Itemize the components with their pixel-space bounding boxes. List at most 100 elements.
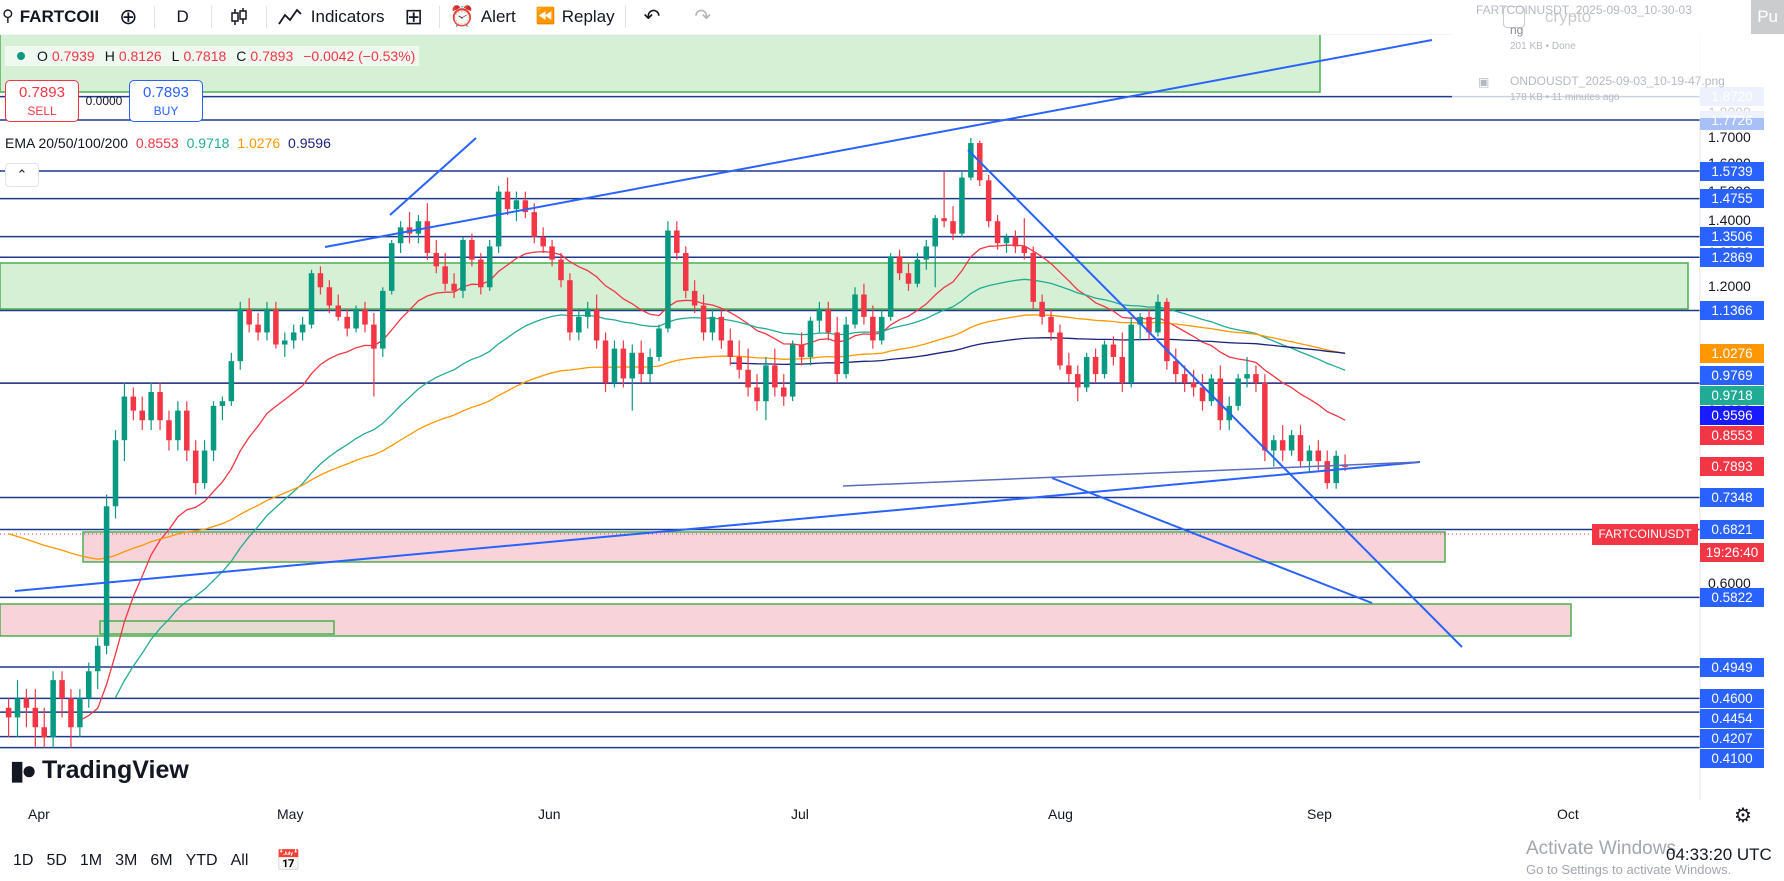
tradingview-wordmark: TradingView [42,756,189,784]
download-name-1: FARTCOINUSDT_2025-09-03_10-30-03 [1476,3,1692,17]
price-level-label: 0.4949 [1700,657,1764,677]
interval-button[interactable]: D [155,0,211,34]
candle-body [451,283,457,291]
candle-body [968,143,974,178]
ema50-value: 0.9718 [186,135,230,151]
candle-body [192,450,199,484]
candle-body [1003,236,1010,244]
candle-body [745,369,751,388]
symbol-label: FARTCOII [19,7,100,26]
range-3m[interactable]: 3M [115,852,137,870]
time-label-aug: Aug [1048,806,1073,822]
collapse-legend-button[interactable]: ⌃ [5,163,39,187]
candle-body [1306,450,1313,462]
ema-legend[interactable]: EMA 20/50/100/200 0.8553 0.9718 1.0276 0… [5,135,331,151]
candle-body [335,305,342,317]
candle-body [1012,236,1019,247]
price-level-label: 1.0276 [1700,344,1764,364]
price-tick: 1.4000 [1708,212,1751,229]
plus-circle-icon: ⊕ [119,4,138,29]
candle-body [112,440,119,507]
tradingview-logo[interactable]: ▮● TradingView [10,755,189,786]
indicators-label: Indicators [310,7,385,26]
candles-icon [231,8,247,25]
candle-body [727,340,734,357]
candle-body [486,246,493,288]
date-range-icon[interactable]: 📅 [276,848,301,873]
candle-body [166,420,172,441]
range-6m[interactable]: 6M [150,852,172,870]
range-1m[interactable]: 1M [80,852,102,870]
symbol-search-button[interactable]: ⚲ FARTCOII [0,0,109,34]
ema-label: EMA 20/50/100/200 [5,135,128,151]
download-item-1[interactable]: FARTCOINUSDT_2025-09-03_10-30-03 [1476,3,1692,17]
range-1d[interactable]: 1D [13,852,33,870]
candle-body [228,361,235,402]
time-label-sep: Sep [1307,806,1332,822]
candle-body [68,698,74,728]
high-value: 0.8126 [118,48,162,64]
candle-body [121,396,128,441]
compare-symbol-button[interactable]: ⊕ [109,0,153,34]
candle-body [1057,332,1063,366]
gear-icon[interactable]: ⚙ [1734,803,1752,828]
candle-body [1075,374,1081,388]
trendline-rising-support [14,461,1421,592]
candle-body [861,294,867,317]
buy-label: BUY [153,104,179,118]
alert-button[interactable]: ⏰ Alert [440,0,526,34]
time-axis[interactable]: Apr May Jun Jul Aug Sep Oct ⚙ [0,800,1784,830]
range-5d[interactable]: 5D [46,852,66,870]
candle-body [442,266,448,284]
candle-body [495,191,502,247]
candle-body [887,256,894,317]
sell-price: 0.7893 [19,84,65,101]
candle-body [380,290,386,349]
ema-100-line [8,314,1346,560]
rewind-icon: ⏪ [535,8,556,25]
candle-body [184,410,190,451]
range-all[interactable]: All [231,852,249,870]
candle-body [959,177,965,234]
utc-clock[interactable]: 04:33:20 UTC [1666,845,1772,865]
candle-body [754,387,760,402]
chart-canvas[interactable] [0,0,1784,800]
candle-body [718,316,725,341]
price-level-label: 0.9769 [1700,365,1764,385]
candle-body [388,243,395,291]
indicators-button[interactable]: Indicators [267,0,395,34]
ema20-value: 0.8553 [135,135,179,151]
candle-body [1315,450,1322,462]
sell-button[interactable]: 0.7893 SELL [5,80,79,122]
trade-buttons: 0.7893 SELL 0.0000 0.7893 BUY [5,80,203,122]
image-file-icon: ▣ [1478,75,1490,89]
candle-body [941,218,947,222]
candle-body [540,236,546,247]
candle-body [584,309,591,317]
undo-button[interactable]: ↶ [626,0,685,34]
time-label-oct: Oct [1557,806,1579,822]
candle-body [843,324,849,375]
candle-body [1199,387,1206,402]
buy-button[interactable]: 0.7893 BUY [129,80,203,122]
candle-body [665,230,671,329]
candle-body [344,316,350,329]
candles [5,137,1348,748]
supply-zone-mid [0,262,1689,310]
close-value: 0.7893 [250,48,294,64]
candle-body [1173,361,1179,375]
ema-lines [8,244,1346,721]
candle-body [1297,435,1304,462]
candle-body [41,727,47,738]
candle-body [896,256,903,274]
candle-body [1324,461,1331,484]
candle-body [77,698,83,728]
replay-button[interactable]: ⏪ Replay [526,0,625,34]
range-ytd[interactable]: YTD [186,852,218,870]
candle-body [219,401,226,406]
redo-button[interactable]: ↷ [684,0,727,34]
layouts-button[interactable]: ⊞ [394,0,438,34]
download-item-2[interactable]: ONDOUSDT_2025-09-03_10-19-47.png [1510,74,1725,88]
chart-type-button[interactable] [212,0,266,34]
candle-body [1021,246,1028,253]
